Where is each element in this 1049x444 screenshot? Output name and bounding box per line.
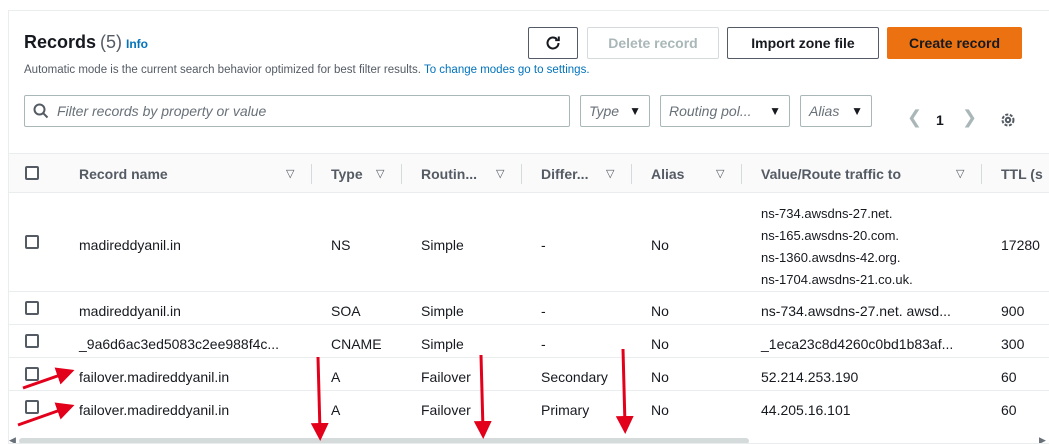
page-title: Records (5) [24,32,123,52]
filter-box [24,95,570,127]
record-values: ns-734.awsdns-27.net. ns-165.awsdns-20.c… [761,203,913,291]
delete-record-button[interactable]: Delete record [587,27,719,59]
sort-icon[interactable]: ▽ [716,167,724,180]
caret-down-icon: ▼ [629,104,641,118]
record-type: SOA [331,303,361,319]
record-name: failover.madireddyanil.in [79,402,230,418]
record-value: ns-734.awsdns-27.net. [761,206,893,221]
caret-down-icon: ▼ [769,104,781,118]
record-value: _1eca23c8d4260c0bd1b83af... [761,336,954,352]
alias-filter-select[interactable]: Alias ▼ [800,95,872,127]
column-header-type[interactable]: Type [331,166,363,182]
table-header: Record name ▽ Type ▽ Routin... ▽ Differ.… [9,153,1049,193]
sort-icon[interactable]: ▽ [376,167,384,180]
table-row[interactable]: madireddyanil.in NS Simple - No ns-734.a… [9,193,1049,292]
ttl: 300 [1001,336,1025,352]
record-count: (5) [100,32,123,52]
differentiator: - [541,336,546,352]
table-row[interactable]: madireddyanil.in SOA Simple - No ns-734.… [9,292,1049,325]
routing-policy: Simple [421,237,464,253]
row-checkbox[interactable] [25,334,39,348]
record-name: _9a6d6ac3ed5083c2ee988f4c... [79,336,280,352]
alias: No [651,237,669,253]
sort-icon[interactable]: ▽ [496,167,504,180]
routing-policy: Failover [421,402,471,418]
alias: No [651,369,669,385]
alias: No [651,402,669,418]
record-type: A [331,369,341,385]
scroll-thumb[interactable] [19,438,749,443]
next-page-icon[interactable]: ❯ [962,107,977,128]
create-record-button[interactable]: Create record [887,27,1022,59]
page-number[interactable]: 1 [936,112,944,128]
info-link[interactable]: Info [126,37,148,51]
routing-policy-filter-select[interactable]: Routing pol... ▼ [660,95,790,127]
record-name: madireddyanil.in [79,303,181,319]
refresh-icon [546,36,560,50]
column-divider [521,164,522,184]
import-zone-file-button[interactable]: Import zone file [727,27,879,59]
ttl: 17280 [1001,237,1040,253]
sort-icon[interactable]: ▽ [606,167,614,180]
scroll-right-icon[interactable]: ▶ [1039,435,1046,443]
column-header-ttl[interactable]: TTL (s [1001,166,1043,182]
column-divider [741,164,742,184]
differentiator: Secondary [541,369,608,385]
differentiator: - [541,303,546,319]
record-name: failover.madireddyanil.in [79,369,230,385]
record-type: NS [331,237,351,253]
ttl: 900 [1001,303,1025,319]
column-header-differentiator[interactable]: Differ... [541,166,588,182]
column-divider [401,164,402,184]
refresh-button[interactable] [528,27,578,59]
routing-policy: Failover [421,369,471,385]
record-value: 44.205.16.101 [761,402,851,418]
scroll-left-icon[interactable]: ◀ [9,435,16,443]
table-row[interactable]: _9a6d6ac3ed5083c2ee988f4c... CNAME Simpl… [9,325,1049,358]
column-header-record-name[interactable]: Record name [79,166,168,182]
column-header-value[interactable]: Value/Route traffic to [761,166,901,182]
row-checkbox[interactable] [25,235,39,249]
ttl: 60 [1001,402,1017,418]
search-mode-description: Automatic mode is the current search beh… [24,64,590,76]
row-checkbox[interactable] [25,301,39,315]
sort-icon[interactable]: ▽ [956,167,964,180]
column-divider [311,164,312,184]
horizontal-scrollbar[interactable]: ◀ ▶ [9,435,1049,443]
differentiator: Primary [541,402,590,418]
sort-icon[interactable]: ▽ [286,167,294,180]
record-type: CNAME [331,336,382,352]
column-header-routing[interactable]: Routin... [421,166,477,182]
differentiator: - [541,237,546,253]
table-row[interactable]: failover.madireddyanil.in A Failover Pri… [9,391,1049,424]
alias: No [651,336,669,352]
search-icon [33,103,49,119]
records-panel: Records (5) Info Automatic mode is the cu… [8,10,1049,444]
settings-link[interactable]: To change modes go to settings. [424,64,590,76]
record-value: 52.214.253.190 [761,369,859,385]
record-value: ns-1704.awsdns-21.co.uk. [761,272,913,287]
record-name: madireddyanil.in [79,237,181,253]
routing-policy: Simple [421,303,464,319]
record-type: A [331,402,341,418]
row-checkbox[interactable] [25,400,39,414]
ttl: 60 [1001,369,1017,385]
caret-down-icon: ▼ [851,104,863,118]
select-all-checkbox[interactable] [25,166,39,180]
filter-input[interactable] [57,103,537,119]
previous-page-icon[interactable]: ❮ [907,107,922,128]
record-value: ns-1360.awsdns-42.org. [761,250,901,265]
alias: No [651,303,669,319]
table-row[interactable]: failover.madireddyanil.in A Failover Sec… [9,358,1049,391]
routing-policy: Simple [421,336,464,352]
column-divider [981,164,982,184]
column-header-alias[interactable]: Alias [651,166,684,182]
type-filter-select[interactable]: Type ▼ [580,95,650,127]
record-value: ns-734.awsdns-27.net. awsd... [761,303,951,319]
column-divider [631,164,632,184]
row-checkbox[interactable] [25,367,39,381]
record-value: ns-165.awsdns-20.com. [761,228,900,243]
gear-icon[interactable] [999,111,1017,129]
